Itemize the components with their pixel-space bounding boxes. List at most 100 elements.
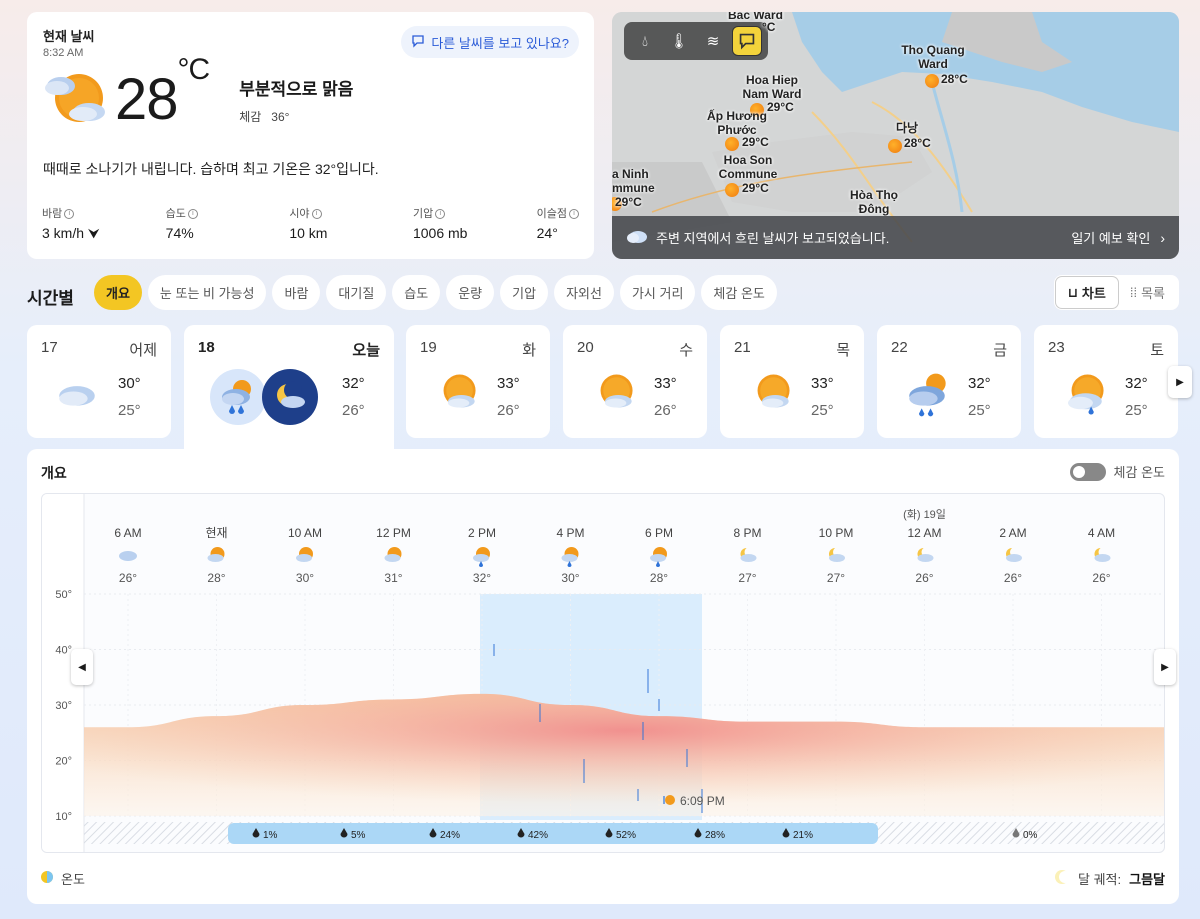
chip-overview[interactable]: 개요 <box>94 275 142 310</box>
day-high: 32° <box>968 375 991 392</box>
weather-dot[interactable] <box>725 183 739 197</box>
day-rain-icon <box>210 369 266 425</box>
info-icon: i <box>64 209 75 220</box>
day-number: 18 <box>198 339 215 356</box>
day-card[interactable]: 19 화 33° 26° <box>406 325 550 438</box>
thunder-rain-icon <box>909 373 946 417</box>
day-high: 33° <box>497 375 520 392</box>
night-cloudy-icon <box>917 547 934 562</box>
y-tick-label: 30° <box>55 700 72 712</box>
cloudy-icon <box>59 386 95 406</box>
day-low: 25° <box>968 402 991 419</box>
info-icon: i <box>311 209 322 220</box>
weather-dot[interactable] <box>888 139 902 153</box>
map-label: Tho Quang Ward <box>901 43 965 71</box>
map-label: Hoa Hiep Nam Ward <box>742 73 802 101</box>
chart-svg: 50° 40° 30° 20° 10° (화) 19일 6 AM 26° 현재 28° 10 AM 3… <box>42 494 1164 852</box>
partly-sunny-icon <box>296 547 313 562</box>
weather-map[interactable]: 💧︎ 🌡︎ ≋ Bac Ward °C Tho Quang Ward 28°C … <box>612 12 1179 259</box>
feels-like-toggle[interactable]: 체감 온도 <box>1069 462 1165 481</box>
y-tick-label: 20° <box>55 756 72 768</box>
current-condition: 부분적으로 맑음 <box>239 80 354 99</box>
chip-humidity[interactable]: 습도 <box>392 275 441 310</box>
precipitation-icon[interactable]: 💧︎ <box>630 26 660 56</box>
cloudy-icon <box>119 551 137 561</box>
chevron-right-icon: › <box>1160 229 1165 246</box>
current-description: 때때로 소나기가 내립니다. 습하며 최고 기온은 32°입니다. <box>43 161 379 177</box>
map-banner[interactable]: 주변 지역에서 흐린 날씨가 보고되었습니다. 일기 예보 확인 › <box>612 216 1179 259</box>
hour-label: 4 AM <box>1088 526 1115 540</box>
stat-wind[interactable]: 바람 i 3 km/h ⮟ <box>42 205 166 242</box>
stat-visibility[interactable]: 시야 i 10 km <box>289 205 413 242</box>
chart-next-button[interactable]: ▶ <box>1154 649 1176 685</box>
chip-wind[interactable]: 바람 <box>272 275 321 310</box>
info-icon: i <box>435 209 446 220</box>
view-list-button[interactable]: ⁞⁞ 목록 <box>1118 277 1177 308</box>
hour-label: 10 AM <box>288 526 322 540</box>
stat-dewpoint[interactable]: 이슬점 i 24° <box>537 205 579 242</box>
current-stats: 바람 i 3 km/h ⮟ 습도 i 74% 시야 i 10 km 기압 i 1006 … <box>42 205 579 242</box>
thermometer-icon[interactable]: 🌡︎ <box>664 26 694 56</box>
chip-pressure[interactable]: 기압 <box>500 275 549 310</box>
hour-temp: 26° <box>119 571 137 585</box>
moon-icon <box>1054 869 1071 888</box>
y-tick-label: 40° <box>55 645 72 657</box>
other-weather-label: 다른 날씨를 보고 있나요? <box>431 35 569 51</box>
list-icon: ⁞⁞ <box>1129 285 1138 300</box>
current-temp: 28°C <box>115 53 210 132</box>
chart-legend: 온도 <box>41 869 85 888</box>
precip-label: 5% <box>351 830 366 841</box>
day-number: 19 <box>420 339 437 356</box>
day-low: 25° <box>811 402 834 419</box>
day-card[interactable]: 17 어제 30° 25° <box>27 325 171 438</box>
partly-sunny-icon <box>207 547 225 562</box>
chip-visibility[interactable]: 가시 거리 <box>619 275 696 310</box>
weather-dot[interactable] <box>925 74 939 88</box>
map-label: 다낭 <box>896 121 919 135</box>
chip-uv[interactable]: 자외선 <box>554 275 614 310</box>
precip-label: 0% <box>1023 830 1038 841</box>
chip-air-quality[interactable]: 대기질 <box>326 275 387 310</box>
weather-dot[interactable] <box>725 137 739 151</box>
day-card[interactable]: 20 수 33° 26° <box>563 325 707 438</box>
toggle-switch[interactable] <box>1069 462 1106 481</box>
stat-pressure[interactable]: 기압 i 1006 mb <box>413 205 537 242</box>
day-card[interactable]: 23 토 32° 25° <box>1034 325 1178 438</box>
night-cloudy-icon <box>1094 547 1111 562</box>
temperature-legend-icon <box>41 871 53 886</box>
stat-humidity[interactable]: 습도 i 74% <box>166 205 290 242</box>
hour-label: 현재 <box>205 526 227 540</box>
map-label: 29°C <box>767 100 794 114</box>
info-icon: i <box>569 209 579 220</box>
other-weather-button[interactable]: 다른 날씨를 보고 있나요? <box>401 26 579 58</box>
day-number: 23 <box>1048 339 1065 356</box>
hour-label: 6 AM <box>114 526 141 540</box>
chip-precip[interactable]: 눈 또는 비 가능성 <box>147 275 267 310</box>
chip-cloud[interactable]: 운량 <box>446 275 495 310</box>
chat-icon[interactable] <box>732 26 762 56</box>
chip-feels-like[interactable]: 체감 온도 <box>701 275 777 310</box>
next-days-button[interactable]: ▶ <box>1168 366 1192 398</box>
forecast-link[interactable]: 일기 예보 확인 <box>1071 228 1150 247</box>
hour-temp: 26° <box>1004 571 1022 585</box>
day-card-today[interactable]: 18 오늘 32° 26° <box>184 325 394 450</box>
hour-label: 6 PM <box>645 526 673 540</box>
partly-sunny-icon <box>43 66 109 135</box>
day-name: 금 <box>993 342 1007 359</box>
map-label: Ấp Hương Phước <box>707 109 767 137</box>
wind-icon[interactable]: ≋ <box>698 26 728 56</box>
chart-prev-button[interactable]: ◀ <box>71 649 93 685</box>
view-chart-button[interactable]: ⊔ 차트 <box>1055 277 1118 308</box>
partly-sunny-icon <box>443 374 476 408</box>
map-toolbar: 💧︎ 🌡︎ ≋ <box>624 22 768 60</box>
day-high: 30° <box>118 375 141 392</box>
day-low: 26° <box>654 402 677 419</box>
y-tick-label: 50° <box>55 589 72 601</box>
sunset-label: 6:09 PM <box>680 794 725 808</box>
map-label: a Ninh mmune <box>612 167 655 195</box>
day-card[interactable]: 21 목 33° 25° <box>720 325 864 438</box>
sun-shower-icon <box>650 547 667 567</box>
hourly-chips: 개요 눈 또는 비 가능성 바람 대기질 습도 운량 기압 자외선 가시 거리 … <box>94 275 777 310</box>
precip-label: 24% <box>440 830 460 841</box>
day-card[interactable]: 22 금 32° 25° <box>877 325 1021 438</box>
